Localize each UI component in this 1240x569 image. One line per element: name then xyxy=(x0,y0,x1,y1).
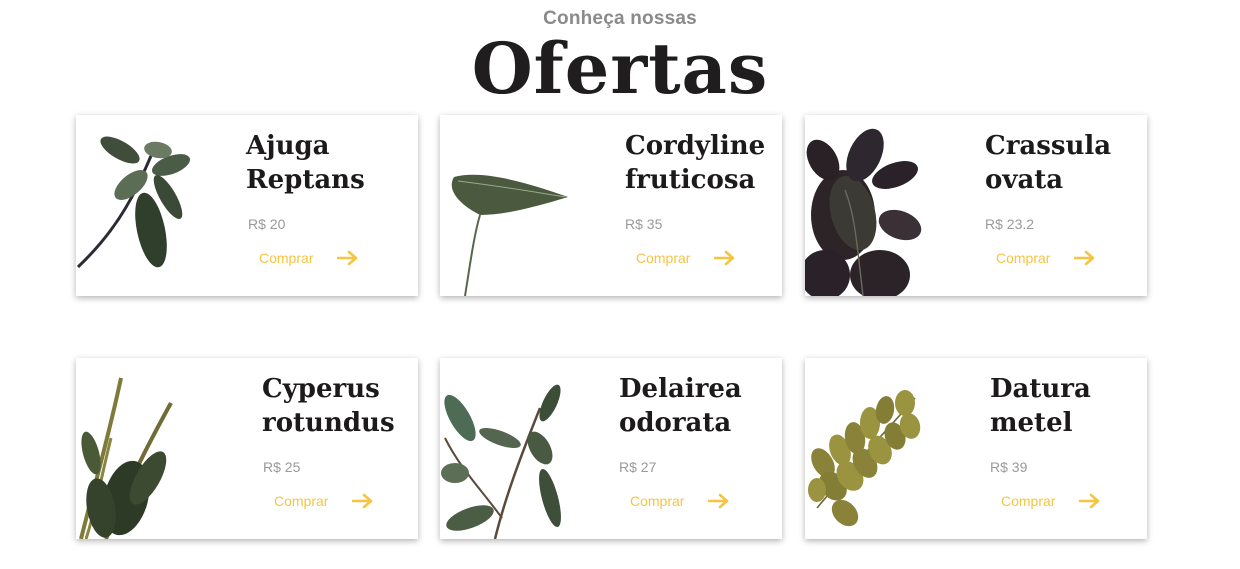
plant-image xyxy=(808,390,921,527)
product-name: Cordyline fruticosa xyxy=(625,131,766,195)
product-name: Datura metel xyxy=(990,374,1091,438)
product-card: Cordyline fruticosa R$ 35 Comprar xyxy=(440,115,782,296)
buy-button[interactable]: Comprar xyxy=(274,493,374,509)
arrow-right-icon xyxy=(708,493,729,509)
plant-image xyxy=(441,384,561,539)
product-price: R$ 23.2 xyxy=(985,216,1035,232)
plant-image xyxy=(79,377,173,539)
buy-label: Comprar xyxy=(636,250,691,266)
buy-label: Comprar xyxy=(996,250,1051,266)
product-name: Delairea odorata xyxy=(619,374,742,438)
buy-button[interactable]: Comprar xyxy=(259,250,359,266)
plant-image xyxy=(76,136,191,269)
arrow-right-icon xyxy=(337,250,358,266)
buy-button[interactable]: Comprar xyxy=(1001,493,1101,509)
arrow-right-icon xyxy=(714,250,735,266)
section-title: Ofertas xyxy=(471,27,769,110)
buy-label: Comprar xyxy=(259,250,314,266)
arrow-right-icon xyxy=(1079,493,1100,509)
product-name: Ajuga Reptans xyxy=(246,131,365,195)
buy-button[interactable]: Comprar xyxy=(996,250,1096,266)
buy-label: Comprar xyxy=(274,493,329,509)
product-name: Cyperus rotundus xyxy=(262,374,395,438)
buy-label: Comprar xyxy=(630,493,685,509)
product-price: R$ 35 xyxy=(625,216,663,232)
product-price: R$ 27 xyxy=(619,459,657,475)
product-price: R$ 25 xyxy=(263,459,301,475)
product-card: Ajuga Reptans R$ 20 Comprar xyxy=(76,115,418,296)
plant-image xyxy=(451,174,568,296)
product-name: Crassula ovata xyxy=(985,131,1112,195)
product-card: Delairea odorata R$ 27 Comprar xyxy=(440,358,782,539)
plant-image xyxy=(805,115,925,296)
product-card: Cyperus rotundus R$ 25 Comprar xyxy=(76,358,418,539)
buy-label: Comprar xyxy=(1001,493,1056,509)
arrow-right-icon xyxy=(1074,250,1095,266)
product-price: R$ 39 xyxy=(990,459,1028,475)
product-card: Datura metel R$ 39 Comprar xyxy=(805,358,1147,539)
arrow-right-icon xyxy=(352,493,373,509)
buy-button[interactable]: Comprar xyxy=(630,493,730,509)
product-card: Crassula ovata R$ 23.2 Comprar xyxy=(805,115,1147,296)
buy-button[interactable]: Comprar xyxy=(636,250,736,266)
product-price: R$ 20 xyxy=(248,216,286,232)
